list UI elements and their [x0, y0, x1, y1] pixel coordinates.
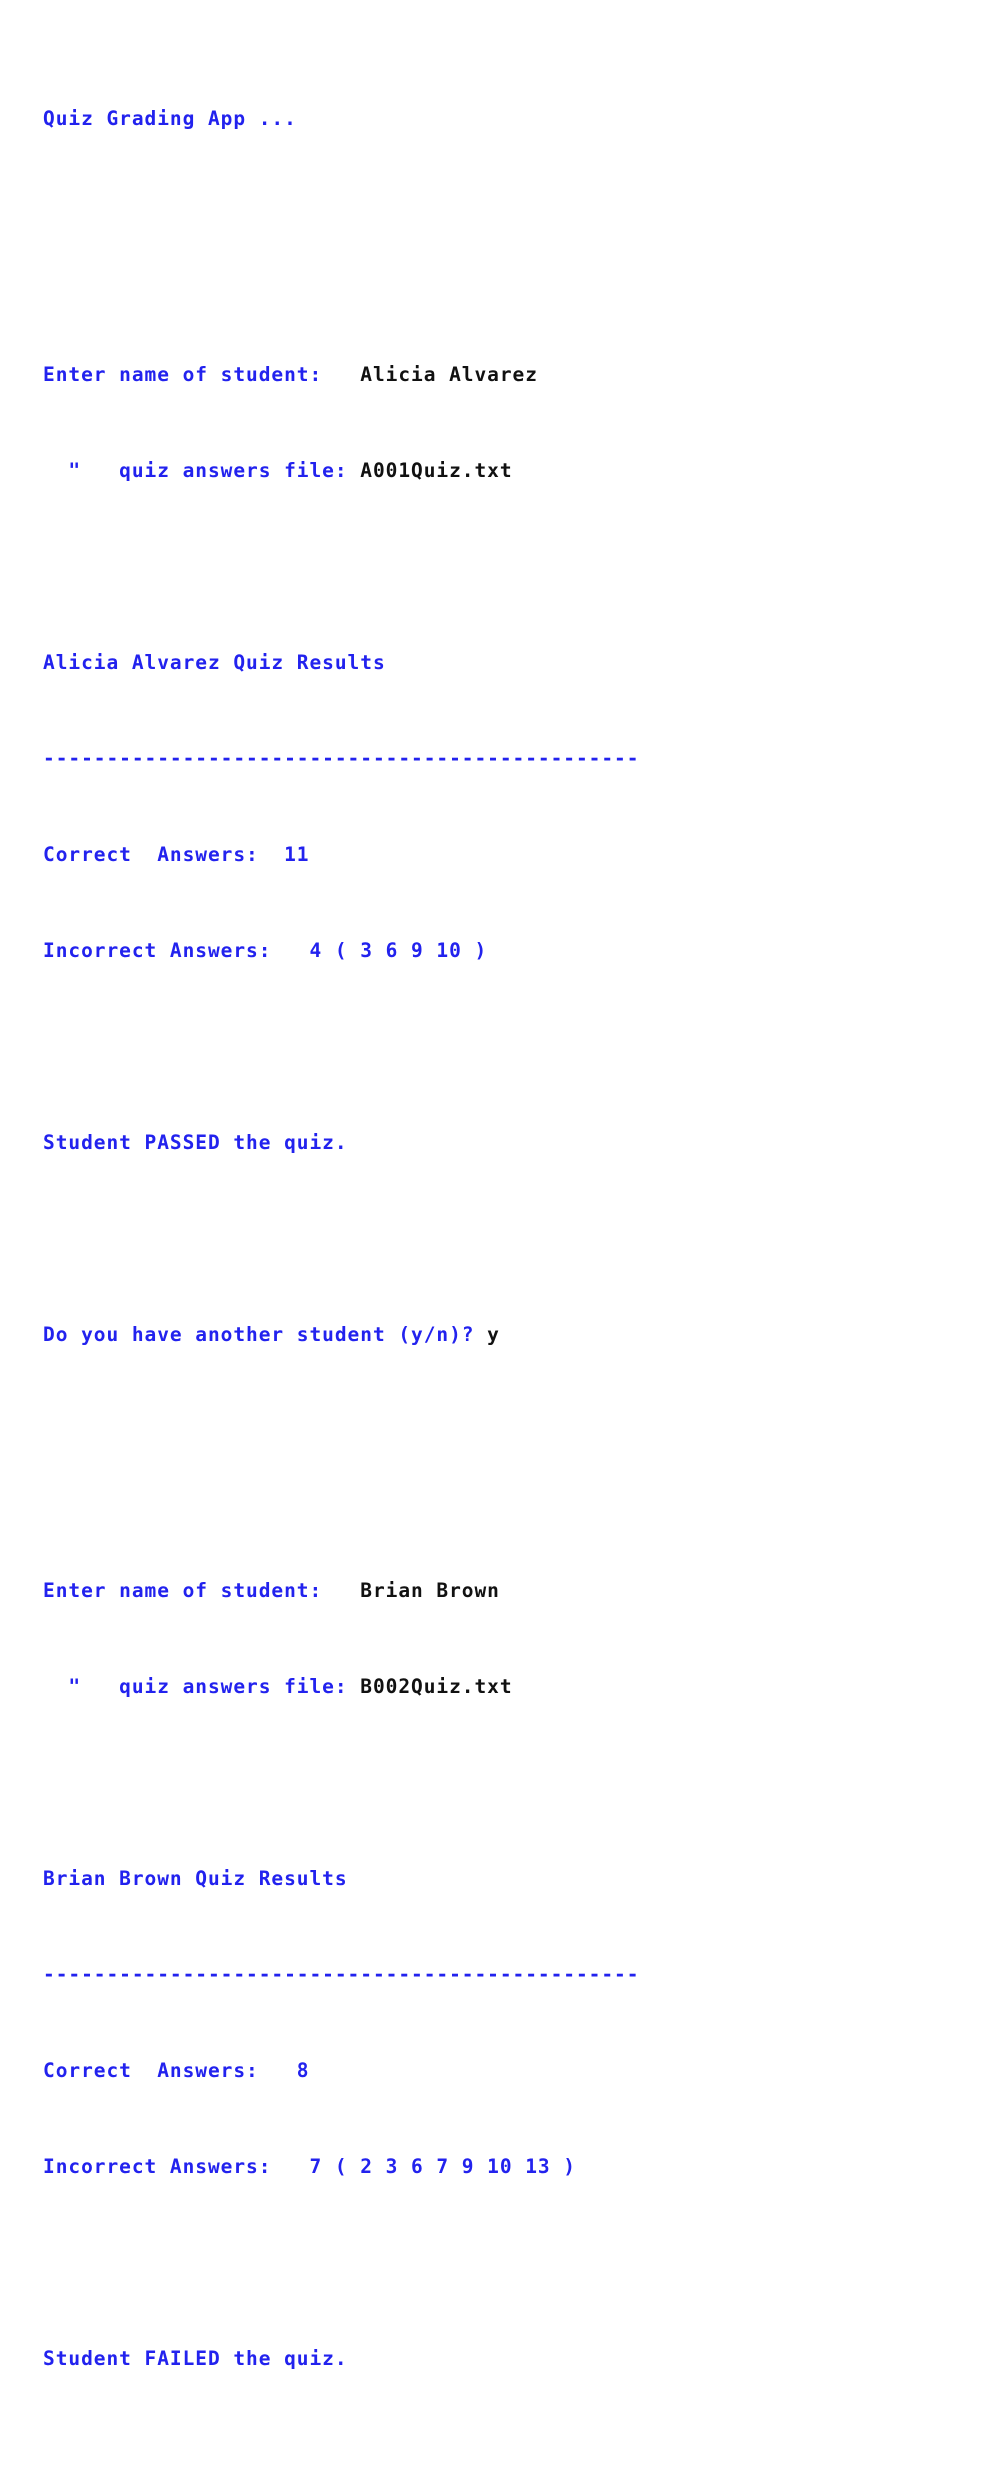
correct-answers-line: Correct Answers: 11 — [43, 839, 639, 871]
results-header-text: Brian Brown Quiz Results — [43, 1867, 348, 1890]
separator-rule: ----------------------------------------… — [43, 747, 640, 770]
correct-answers-label: Correct Answers: — [43, 843, 259, 866]
correct-answers-label: Correct Answers: — [43, 2059, 259, 2082]
student-name-input[interactable]: Alicia Alvarez — [360, 363, 538, 386]
name-gap — [322, 1579, 360, 1602]
status-text: Student PASSED the quiz. — [43, 1131, 348, 1154]
another-student-line: Do you have another student (y/n)? y — [43, 1319, 639, 1351]
app-title: Quiz Grading App ... — [43, 107, 297, 130]
incorrect-answers-value: 7 ( 2 3 6 7 9 10 13 ) — [271, 2155, 576, 2178]
status-line: Student PASSED the quiz. — [43, 1127, 639, 1159]
results-header-text: Alicia Alvarez Quiz Results — [43, 651, 386, 674]
quiz-file-line: " quiz answers file: A001Quiz.txt — [43, 455, 639, 487]
quiz-file-line: " quiz answers file: B002Quiz.txt — [43, 1671, 639, 1703]
enter-name-prompt: Enter name of student: — [43, 1579, 323, 1602]
name-gap — [322, 363, 360, 386]
terminal-output: Quiz Grading App ... Enter name of stude… — [43, 7, 639, 2476]
student-name-input[interactable]: Brian Brown — [360, 1579, 500, 1602]
another-student-prompt: Do you have another student (y/n)? — [43, 1323, 475, 1346]
status-text: Student FAILED the quiz. — [43, 2347, 348, 2370]
correct-answers-value: 11 — [258, 843, 310, 866]
another-student-answer[interactable]: y — [487, 1323, 500, 1346]
app-title-line: Quiz Grading App ... — [43, 103, 639, 135]
status-line: Student FAILED the quiz. — [43, 2343, 639, 2375]
incorrect-answers-value: 4 ( 3 6 9 10 ) — [271, 939, 488, 962]
incorrect-answers-label: Incorrect Answers: — [43, 2155, 272, 2178]
enter-name-line: Enter name of student: Brian Brown — [43, 1575, 639, 1607]
incorrect-answers-label: Incorrect Answers: — [43, 939, 272, 962]
results-header: Brian Brown Quiz Results — [43, 1863, 639, 1895]
separator-rule: ----------------------------------------… — [43, 1963, 640, 1986]
incorrect-answers-line: Incorrect Answers: 4 ( 3 6 9 10 ) — [43, 935, 639, 967]
quiz-file-prompt: " quiz answers file: — [43, 459, 348, 482]
quiz-file-input[interactable]: A001Quiz.txt — [360, 459, 512, 482]
correct-answers-line: Correct Answers: 8 — [43, 2055, 639, 2087]
quiz-file-input[interactable]: B002Quiz.txt — [360, 1675, 512, 1698]
quiz-file-prompt: " quiz answers file: — [43, 1675, 348, 1698]
enter-name-line: Enter name of student: Alicia Alvarez — [43, 359, 639, 391]
enter-name-prompt: Enter name of student: — [43, 363, 323, 386]
results-header: Alicia Alvarez Quiz Results — [43, 647, 639, 679]
incorrect-answers-line: Incorrect Answers: 7 ( 2 3 6 7 9 10 13 ) — [43, 2151, 639, 2183]
correct-answers-value: 8 — [258, 2059, 310, 2082]
